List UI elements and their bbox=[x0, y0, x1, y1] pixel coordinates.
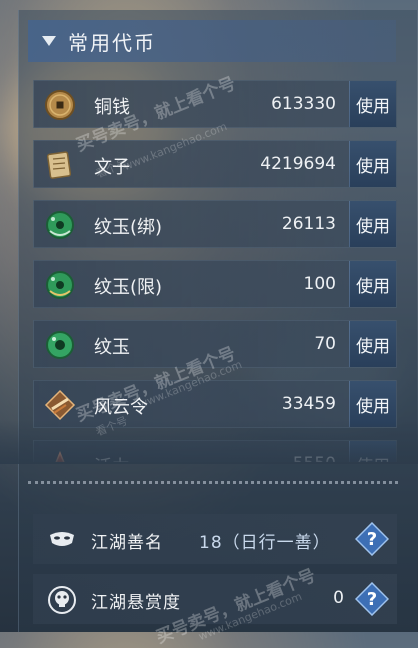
jade-bound-icon bbox=[46, 211, 74, 239]
currency-amount: 33459 bbox=[281, 394, 336, 414]
bounty-label: 江湖悬赏度 bbox=[91, 593, 181, 613]
currency-row: 铜钱 613330 使用 bbox=[33, 80, 397, 128]
help-button[interactable]: ? bbox=[355, 522, 389, 556]
currency-amount: 26113 bbox=[281, 214, 336, 234]
use-button[interactable]: 使用 bbox=[349, 201, 396, 247]
currency-name: 铜钱 bbox=[94, 97, 130, 118]
currency-name: 风云令 bbox=[94, 397, 148, 418]
bounty-value: 0 bbox=[333, 588, 345, 608]
currency-list[interactable]: 铜钱 613330 使用 文子 4219694 使用 纹玉(绑) 26113 使… bbox=[0, 70, 418, 462]
use-button[interactable]: 使用 bbox=[349, 141, 396, 187]
use-button[interactable]: 使用 bbox=[349, 261, 396, 307]
good-name-row: 江湖善名 18（日行一善） ? bbox=[33, 514, 397, 564]
good-name-value: 18（日行一善） bbox=[199, 533, 331, 553]
section-divider bbox=[28, 481, 398, 484]
currency-amount: 613330 bbox=[271, 94, 336, 114]
panel-title: 常用代币 bbox=[68, 30, 156, 55]
panel-header[interactable]: 常用代币 bbox=[28, 20, 396, 62]
currency-name: 纹玉(绑) bbox=[94, 217, 163, 238]
paper-note-icon bbox=[46, 151, 72, 179]
collapse-triangle-icon[interactable] bbox=[42, 36, 56, 46]
bounty-skull-icon bbox=[48, 586, 76, 614]
currency-amount: 70 bbox=[314, 334, 336, 354]
question-diamond-icon: ? bbox=[355, 582, 389, 616]
list-fade bbox=[0, 420, 418, 464]
jade-icon bbox=[46, 331, 74, 359]
currency-amount: 100 bbox=[303, 274, 336, 294]
help-button[interactable]: ? bbox=[355, 582, 389, 616]
jade-limited-icon bbox=[46, 271, 74, 299]
currency-name: 纹玉 bbox=[94, 337, 130, 358]
wind-cloud-token-icon bbox=[44, 389, 76, 421]
currency-row: 文子 4219694 使用 bbox=[33, 140, 397, 188]
currency-name: 文子 bbox=[94, 157, 130, 178]
svg-text:?: ? bbox=[367, 589, 377, 610]
currency-amount: 4219694 bbox=[260, 154, 336, 174]
good-name-label: 江湖善名 bbox=[91, 533, 163, 553]
use-button[interactable]: 使用 bbox=[349, 321, 396, 367]
currency-row: 纹玉(限) 100 使用 bbox=[33, 260, 397, 308]
question-diamond-icon: ? bbox=[355, 522, 389, 556]
bounty-row: 江湖悬赏度 0 ? bbox=[33, 574, 397, 624]
copper-coin-icon bbox=[45, 90, 75, 120]
currency-name: 纹玉(限) bbox=[94, 277, 163, 298]
mask-icon bbox=[50, 532, 74, 546]
currency-row: 纹玉 70 使用 bbox=[33, 320, 397, 368]
svg-text:?: ? bbox=[367, 529, 377, 550]
use-button[interactable]: 使用 bbox=[349, 81, 396, 127]
currency-row: 纹玉(绑) 26113 使用 bbox=[33, 200, 397, 248]
